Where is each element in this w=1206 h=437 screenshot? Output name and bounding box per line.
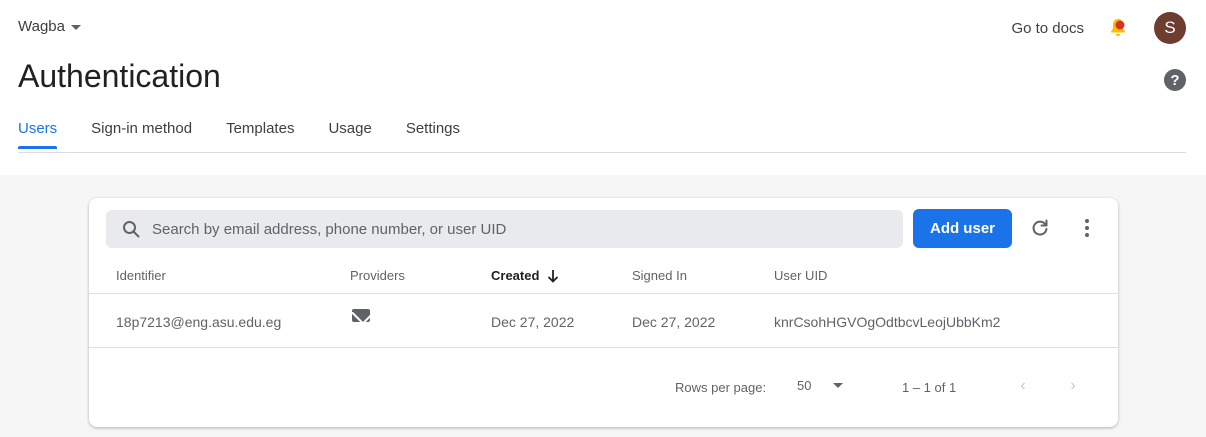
tab-users[interactable]: Users xyxy=(18,120,58,149)
notification-bell-icon[interactable] xyxy=(1106,16,1130,40)
column-header-identifier: Identifier xyxy=(116,268,166,283)
tabs-divider xyxy=(18,152,1186,153)
column-header-providers: Providers xyxy=(350,268,405,283)
help-icon[interactable]: ? xyxy=(1164,69,1186,91)
column-header-signed-in: Signed In xyxy=(632,268,687,283)
rows-per-page-value: 50 xyxy=(797,378,812,393)
project-name: Wagba xyxy=(18,18,65,35)
tab-bar: Users Sign-in method Templates Usage Set… xyxy=(18,120,494,149)
more-vert-icon[interactable] xyxy=(1077,217,1097,239)
dropdown-arrow-icon xyxy=(833,383,844,388)
project-switcher[interactable]: Wagba xyxy=(18,18,81,35)
column-header-user-uid: User UID xyxy=(774,268,828,283)
rows-per-page-label: Rows per page: xyxy=(675,380,767,395)
cell-created: Dec 27, 2022 xyxy=(491,314,575,330)
chevron-down-icon xyxy=(70,25,81,30)
page-title: Authentication xyxy=(18,58,221,94)
top-right-actions: Go to docs S xyxy=(1011,12,1186,44)
email-icon xyxy=(352,309,370,322)
pagination-range: 1 – 1 of 1 xyxy=(902,380,957,395)
next-page-icon[interactable]: › xyxy=(1063,376,1083,396)
search-icon xyxy=(123,221,140,238)
tab-sign-in-method[interactable]: Sign-in method xyxy=(91,120,192,149)
tab-settings[interactable]: Settings xyxy=(406,120,460,149)
rows-per-page-select[interactable]: 50 xyxy=(797,378,844,393)
header-divider xyxy=(89,293,1118,294)
cell-user-uid: knrCsohHGVOgOdtbcvLeojUbbKm2 xyxy=(774,314,1001,330)
tab-templates[interactable]: Templates xyxy=(226,120,294,149)
search-bar[interactable] xyxy=(106,210,903,248)
previous-page-icon[interactable]: ‹ xyxy=(1013,376,1033,396)
column-header-created-label: Created xyxy=(491,268,540,283)
tab-usage[interactable]: Usage xyxy=(328,120,371,149)
go-to-docs-link[interactable]: Go to docs xyxy=(1011,20,1084,37)
column-header-created[interactable]: Created xyxy=(491,268,559,283)
cell-signed-in: Dec 27, 2022 xyxy=(632,314,716,330)
users-table-card: Add user Identifier Providers Created Si… xyxy=(89,198,1118,427)
avatar[interactable]: S xyxy=(1154,12,1186,44)
row-divider xyxy=(89,347,1118,348)
refresh-icon[interactable] xyxy=(1029,217,1051,239)
arrow-down-icon xyxy=(548,269,559,283)
search-input[interactable] xyxy=(152,220,852,238)
cell-identifier: 18p7213@eng.asu.edu.eg xyxy=(116,314,282,330)
add-user-button[interactable]: Add user xyxy=(913,209,1012,248)
